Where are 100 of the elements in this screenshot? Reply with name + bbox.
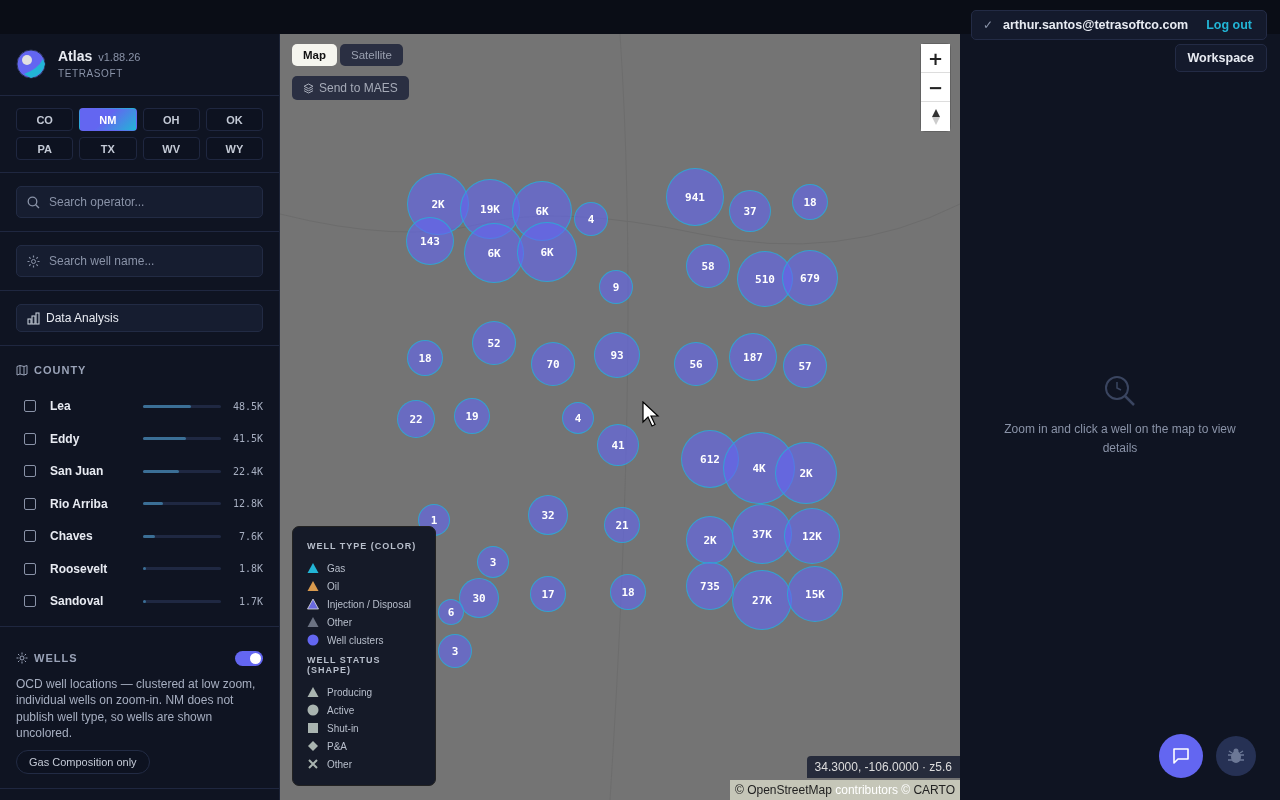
- cluster-marker[interactable]: 3: [438, 634, 472, 668]
- cluster-marker[interactable]: 32: [528, 495, 568, 535]
- cluster-marker[interactable]: 18: [407, 340, 443, 376]
- cluster-marker[interactable]: 22: [397, 400, 435, 438]
- cluster-marker[interactable]: 37: [729, 190, 771, 232]
- county-name[interactable]: Eddy: [50, 431, 128, 446]
- state-tab[interactable]: OK: [205, 108, 263, 131]
- workspace-button[interactable]: Workspace: [1174, 44, 1267, 72]
- cluster-marker[interactable]: 679: [782, 250, 838, 306]
- state-tab[interactable]: NM: [79, 108, 137, 131]
- carto-link[interactable]: CARTO: [913, 783, 955, 797]
- map-icon: [16, 364, 28, 376]
- cluster-marker[interactable]: 12K: [784, 508, 840, 564]
- empty-message: Zoom in and click a well on the map to view details: [1003, 421, 1237, 457]
- square-icon: [307, 722, 319, 734]
- cluster-marker[interactable]: 15K: [787, 566, 843, 622]
- checkbox[interactable]: [24, 432, 36, 445]
- cluster-marker[interactable]: 27K: [732, 570, 792, 630]
- cluster-marker[interactable]: 6: [438, 599, 464, 625]
- state-tab[interactable]: OH: [142, 108, 200, 131]
- county-count: 41.5K: [231, 433, 263, 445]
- cluster-marker[interactable]: 57: [783, 344, 827, 388]
- county-name[interactable]: Rio Arriba: [50, 496, 128, 511]
- app-name: Atlas: [58, 48, 93, 64]
- cluster-marker[interactable]: 21: [604, 507, 640, 543]
- cluster-marker[interactable]: 3: [477, 546, 509, 578]
- cursor-icon: [642, 401, 660, 427]
- operator-search-field[interactable]: Search operator...: [16, 186, 263, 218]
- legend-title: WELL TYPE (COLOR): [307, 541, 418, 551]
- state-tab[interactable]: WV: [142, 137, 200, 160]
- legend-label: Gas: [327, 562, 346, 574]
- county-name[interactable]: Roosevelt: [50, 561, 128, 576]
- user-email: arthur.santos@tetrasoftco.com: [1003, 18, 1189, 32]
- cluster-marker[interactable]: 18: [610, 574, 646, 610]
- legend-label: Other: [327, 616, 352, 628]
- cluster-marker[interactable]: 30: [459, 578, 499, 618]
- checkbox[interactable]: [24, 595, 36, 608]
- county-name[interactable]: Sandoval: [50, 594, 128, 609]
- county-name[interactable]: Chaves: [50, 529, 128, 544]
- well-search-field[interactable]: Search well name...: [16, 245, 263, 277]
- cluster-marker[interactable]: 17: [530, 576, 566, 612]
- map-type-tab[interactable]: Map: [292, 44, 337, 66]
- logout-link[interactable]: Log out: [1198, 18, 1252, 32]
- data-analysis-button[interactable]: Data Analysis: [16, 304, 263, 332]
- chat-button[interactable]: [1159, 734, 1203, 778]
- county-count: 48.5K: [231, 400, 263, 412]
- cluster-marker[interactable]: 70: [531, 342, 575, 386]
- cluster-marker[interactable]: 2K: [686, 516, 734, 564]
- state-tab[interactable]: WY: [205, 137, 263, 160]
- zoom-in-button[interactable]: +: [921, 44, 950, 73]
- cluster-marker[interactable]: 143: [406, 217, 454, 265]
- map-type-tab[interactable]: Satellite: [340, 44, 403, 66]
- bug-icon: [1227, 747, 1245, 765]
- cluster-marker[interactable]: 58: [686, 244, 730, 288]
- bug-report-button[interactable]: [1216, 736, 1256, 776]
- cluster-marker[interactable]: 4: [562, 402, 594, 434]
- cluster-marker[interactable]: 735: [686, 562, 734, 610]
- cluster-marker[interactable]: 41: [597, 424, 639, 466]
- checkbox[interactable]: [24, 465, 36, 478]
- legend-title: WELL STATUS (SHAPE): [307, 655, 382, 675]
- cluster-marker[interactable]: 4: [574, 202, 608, 236]
- gas-composition-filter[interactable]: Gas Composition only: [16, 749, 150, 774]
- legend-label: Shut-in: [327, 722, 359, 734]
- state-tab[interactable]: PA: [16, 137, 74, 160]
- checkbox[interactable]: [24, 562, 36, 575]
- cluster-marker[interactable]: 19: [454, 398, 490, 434]
- county-count: 1.7K: [237, 595, 263, 607]
- county-count: 22.4K: [231, 465, 263, 477]
- layers-icon: [303, 82, 314, 94]
- legend-label: Other: [327, 758, 352, 770]
- cluster-marker[interactable]: 9: [599, 270, 633, 304]
- sun-icon: [16, 652, 28, 664]
- wells-toggle[interactable]: [235, 650, 263, 666]
- section-title: COUNTY: [34, 364, 87, 376]
- checkbox[interactable]: [24, 400, 36, 413]
- compass-icon: [930, 107, 941, 126]
- cluster-marker[interactable]: 6K: [517, 222, 577, 282]
- state-tab[interactable]: CO: [16, 108, 74, 131]
- state-tab[interactable]: TX: [79, 137, 137, 160]
- bar-chart-icon: [27, 311, 40, 325]
- wells-description: OCD well locations — clustered at low zoom, individual wells on zoom-in. NM does not publish well type, so wells are shown uncolored.: [16, 675, 257, 742]
- cluster-marker[interactable]: 941: [666, 168, 724, 226]
- checkbox[interactable]: [24, 530, 36, 543]
- cluster-marker[interactable]: 187: [729, 333, 777, 381]
- cluster-marker[interactable]: 56: [674, 342, 718, 386]
- osm-link[interactable]: OpenStreetMap: [747, 783, 832, 797]
- county-name[interactable]: San Juan: [50, 464, 128, 479]
- globe-logo-icon: [16, 48, 46, 79]
- cluster-marker[interactable]: 18: [792, 184, 828, 220]
- send-button[interactable]: Send to MAES: [292, 76, 409, 100]
- version-label: v1.88.26: [98, 51, 141, 63]
- county-name[interactable]: Lea: [50, 399, 128, 414]
- triangle-icon: [307, 686, 319, 698]
- checkbox[interactable]: [24, 497, 36, 510]
- checkmark-icon: ✓: [983, 18, 993, 32]
- cluster-marker[interactable]: 52: [472, 321, 516, 365]
- legend-label: Injection / Disposal: [327, 598, 411, 610]
- cluster-marker[interactable]: 2K: [775, 442, 837, 504]
- cluster-marker[interactable]: 93: [594, 332, 640, 378]
- legend-label: Oil: [327, 580, 340, 592]
